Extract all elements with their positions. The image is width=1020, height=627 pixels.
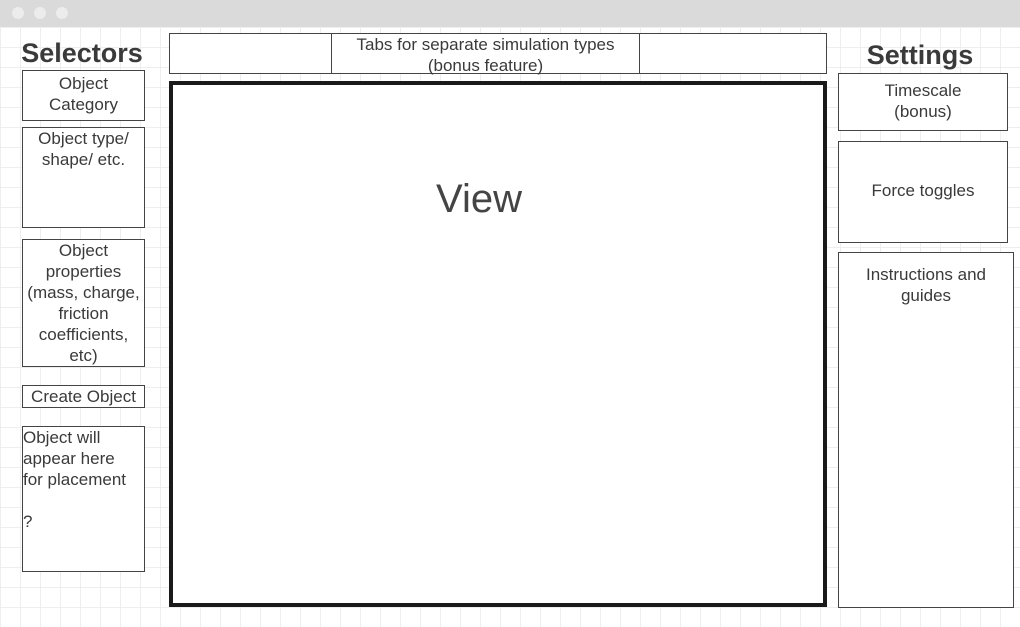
tab-simulation-types[interactable]: Tabs for separate simulation types (bonu… [331, 33, 640, 75]
title-bar [0, 0, 1020, 27]
timescale-control[interactable]: Timescale (bonus) [838, 73, 1008, 131]
create-object-button[interactable]: Create Object [22, 385, 145, 408]
close-window-icon[interactable] [12, 7, 24, 19]
settings-heading: Settings [866, 40, 974, 70]
object-category-selector[interactable]: Object Category [22, 70, 145, 121]
instructions-panel: Instructions and guides [838, 252, 1014, 608]
tab-left[interactable] [169, 33, 332, 74]
maximize-window-icon[interactable] [56, 7, 68, 19]
object-type-selector[interactable]: Object type/ shape/ etc. [22, 127, 145, 228]
view-label: View [436, 177, 522, 221]
force-toggles-panel[interactable]: Force toggles [838, 141, 1008, 243]
minimize-window-icon[interactable] [34, 7, 46, 19]
app-window: Selectors Object Category Object type/ s… [0, 0, 1020, 627]
tab-right[interactable] [639, 33, 827, 74]
placement-preview-area[interactable]: Object will appear here for placement ? [22, 426, 145, 572]
simulation-view[interactable]: View [169, 81, 827, 607]
object-properties-panel[interactable]: Object properties (mass, charge, frictio… [22, 239, 145, 367]
selectors-heading: Selectors [21, 38, 143, 68]
